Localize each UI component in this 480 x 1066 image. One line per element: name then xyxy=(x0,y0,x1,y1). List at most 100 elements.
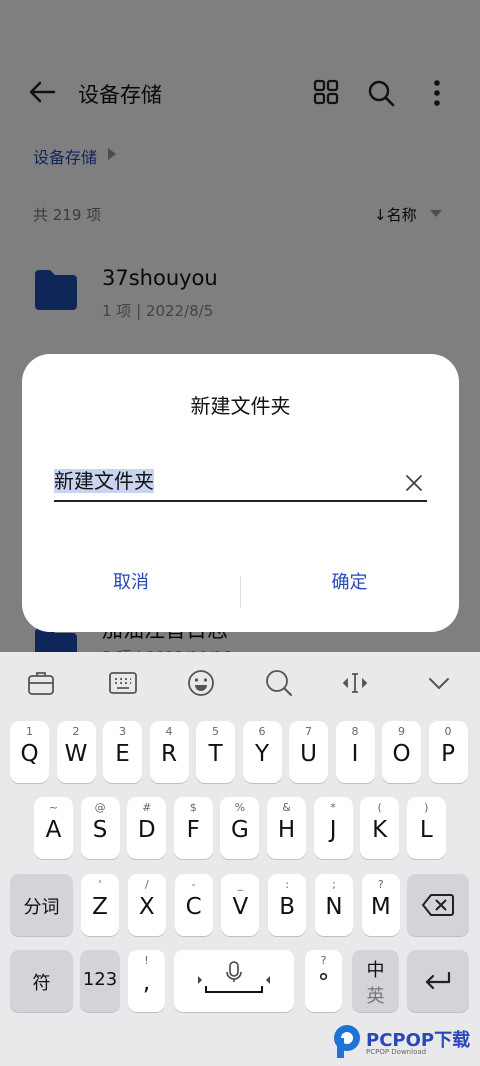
fenci-key-label: 分词 xyxy=(23,897,60,918)
key-hint: 6 xyxy=(258,725,266,738)
comma-key[interactable]: ! , xyxy=(128,950,165,1012)
key-label: H xyxy=(277,817,296,843)
key-d[interactable]: # D xyxy=(127,797,167,859)
key-label: B xyxy=(279,894,296,920)
emoji-icon[interactable] xyxy=(186,668,216,698)
key-hint: % xyxy=(234,801,246,814)
key-label: F xyxy=(186,817,200,843)
search-icon[interactable] xyxy=(264,668,294,698)
key-label: J xyxy=(329,817,337,843)
key-hint: 7 xyxy=(305,725,312,738)
key-hint: 1 xyxy=(26,725,33,738)
pcpop-logo-icon xyxy=(334,1025,360,1058)
key-e[interactable]: 3E xyxy=(103,721,142,783)
key-h[interactable]: & H xyxy=(267,797,306,859)
key-label: D xyxy=(137,817,156,843)
key-label: K xyxy=(372,817,388,843)
folder-name-input[interactable]: 新建文件夹 xyxy=(54,466,427,502)
key-y[interactable]: 6Y xyxy=(242,721,282,783)
key-hint: @ xyxy=(94,801,106,814)
space-key[interactable] xyxy=(174,950,294,1012)
watermark-subtext: PCPOP Download xyxy=(366,1048,427,1056)
key-hint: 2 xyxy=(72,725,80,738)
symbol-key[interactable]: 符 xyxy=(10,950,73,1012)
key-hint: ' xyxy=(98,878,102,891)
key-k[interactable]: (K xyxy=(360,797,400,859)
key-label: R xyxy=(161,741,177,767)
cancel-button[interactable]: 取消 xyxy=(22,568,240,594)
fenci-key[interactable]: 分词 xyxy=(10,874,73,936)
key-label: M xyxy=(370,894,391,920)
key-g[interactable]: % G xyxy=(220,797,260,859)
key-label: S xyxy=(92,817,108,843)
key-label: Q xyxy=(20,741,39,767)
key-label: X xyxy=(138,894,155,920)
key-label: I xyxy=(351,741,359,767)
toolbox-icon[interactable] xyxy=(26,668,56,698)
collapse-keyboard-icon[interactable] xyxy=(424,668,454,698)
key-i[interactable]: 8I xyxy=(335,721,375,783)
key-hint: 5 xyxy=(212,725,219,738)
microphone-icon xyxy=(198,961,270,993)
period-key[interactable]: ? ° xyxy=(305,950,342,1012)
key-l[interactable]: ) L xyxy=(406,797,446,859)
numbers-key-label: 123 xyxy=(82,969,118,990)
key-hint: 8 xyxy=(351,725,359,738)
enter-icon xyxy=(425,971,451,990)
key-label: V xyxy=(232,894,249,920)
key-label: Z xyxy=(92,894,108,920)
key-w[interactable]: 2W xyxy=(56,721,96,783)
key-a[interactable]: ~ A xyxy=(34,797,73,859)
keyboard: 1 Q 2 W 3 E 4 R 5 T 6 Y 7 U 8 I 9 O 0 P ~ A @ S # D $ F% G & H * J(K) L ' Z… xyxy=(0,652,480,1066)
key-label: C xyxy=(185,894,202,920)
key-p[interactable]: 0P xyxy=(428,721,468,783)
period-key-hint: ? xyxy=(320,954,327,967)
key-label: N xyxy=(325,894,343,920)
key-hint: $ xyxy=(189,801,197,814)
key-hint: / xyxy=(144,878,149,891)
key-x[interactable]: / X xyxy=(127,874,166,936)
backspace-key[interactable] xyxy=(407,874,469,936)
folder-name-value[interactable]: 新建文件夹 xyxy=(54,469,154,493)
key-hint: ; xyxy=(332,878,336,891)
numbers-key[interactable]: 123 xyxy=(80,950,120,1012)
key-hint: 4 xyxy=(165,725,173,738)
key-v[interactable]: _ V xyxy=(221,874,260,936)
key-o[interactable]: 9O xyxy=(382,721,421,783)
key-z[interactable]: ' Z xyxy=(81,874,119,936)
key-j[interactable]: * J xyxy=(313,797,353,859)
key-hint: * xyxy=(330,801,336,814)
key-hint: ? xyxy=(377,878,384,891)
key-m[interactable]: ? M xyxy=(361,874,400,936)
backspace-icon xyxy=(421,894,454,916)
key-q[interactable]: 1Q xyxy=(10,721,49,783)
key-hint: ) xyxy=(424,801,429,814)
key-u[interactable]: 7U xyxy=(289,721,328,783)
key-hint: 9 xyxy=(398,725,405,738)
key-t[interactable]: 5T xyxy=(196,721,235,783)
language-switch-key[interactable]: 中 英 xyxy=(352,950,399,1012)
key-label: L xyxy=(419,817,433,843)
key-hint: - xyxy=(191,878,196,891)
key-hint: _ xyxy=(237,878,244,891)
keyboard-layout-icon[interactable] xyxy=(108,668,138,698)
key-b[interactable]: :B xyxy=(268,874,307,936)
confirm-button[interactable]: 确定 xyxy=(240,568,459,594)
key-label: U xyxy=(300,741,317,767)
key-hint: 0 xyxy=(444,725,452,738)
new-folder-dialog: 新建文件夹 新建文件夹 取消 确定 xyxy=(22,354,459,632)
clear-icon[interactable] xyxy=(403,472,425,494)
key-label: E xyxy=(115,741,130,767)
key-hint: ~ xyxy=(48,801,59,814)
key-c[interactable]: -C xyxy=(174,874,213,936)
key-s[interactable]: @ S xyxy=(80,797,120,859)
key-n[interactable]: ; N xyxy=(315,874,353,936)
language-chinese-label: 中 xyxy=(366,960,385,981)
key-hint: & xyxy=(282,801,291,814)
key-f[interactable]: $ F xyxy=(173,797,213,859)
key-hint: : xyxy=(285,878,290,891)
enter-key[interactable] xyxy=(407,950,469,1012)
cursor-move-icon[interactable] xyxy=(340,668,370,698)
watermark-logo: PCPOP下载 PCPOP Download xyxy=(332,1022,480,1062)
key-r[interactable]: 4R xyxy=(149,721,189,783)
